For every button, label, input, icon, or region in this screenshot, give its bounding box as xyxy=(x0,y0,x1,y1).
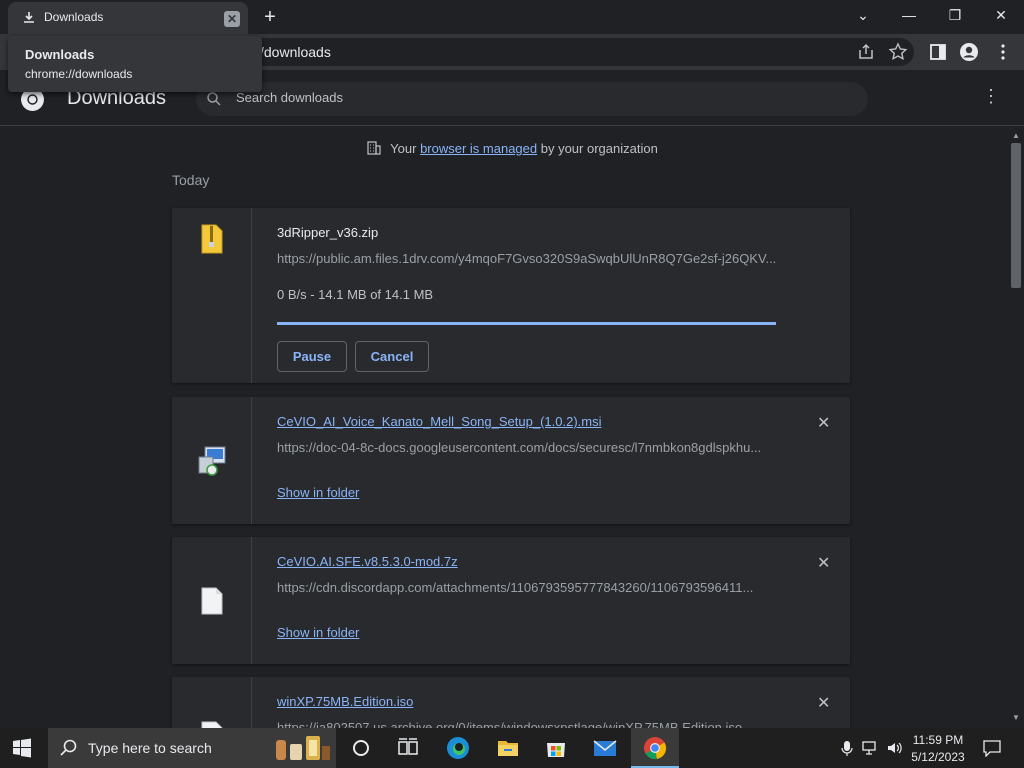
downloads-list: Your browser is managed by your organiza… xyxy=(0,127,1008,728)
chrome-menu-icon[interactable] xyxy=(993,42,1013,62)
bookmark-star-icon[interactable] xyxy=(888,42,908,62)
more-actions-icon[interactable]: ⋮ xyxy=(982,86,1000,107)
taskbar-search-box[interactable]: Type here to search xyxy=(48,728,336,768)
volume-icon[interactable] xyxy=(886,740,902,756)
hover-card-url: chrome://downloads xyxy=(25,67,133,81)
download-filename-link[interactable]: CeVIO_AI_Voice_Kanato_Mell_Song_Setup_(1… xyxy=(277,414,601,429)
taskbar-search-placeholder: Type here to search xyxy=(88,740,212,756)
clock-date: 5/12/2023 xyxy=(911,750,965,764)
date-section-header: Today xyxy=(172,172,210,188)
remove-from-list-button[interactable]: ✕ xyxy=(817,693,830,713)
tab-strip: Downloads ✕ + ⌄ — ❐ ✕ xyxy=(0,0,1024,34)
download-item: winXP.75MB.Edition.iso https://ia802507.… xyxy=(172,677,850,728)
download-progress-fill xyxy=(277,322,776,325)
tab-hover-card: Downloads chrome://downloads xyxy=(8,36,262,92)
download-icon-column xyxy=(172,677,252,728)
tab-close-button[interactable]: ✕ xyxy=(224,11,240,27)
cortana-icon[interactable] xyxy=(349,736,373,760)
clock-time: 11:59 PM xyxy=(912,733,964,747)
download-filename-link[interactable]: winXP.75MB.Edition.iso xyxy=(277,694,413,709)
minimize-button[interactable]: — xyxy=(894,4,924,26)
edge-browser-icon[interactable] xyxy=(446,736,470,760)
profile-icon[interactable] xyxy=(959,42,979,62)
download-icon xyxy=(24,12,34,23)
cancel-button[interactable]: Cancel xyxy=(355,341,429,372)
download-progress-bar xyxy=(277,322,776,325)
scrollbar-thumb[interactable] xyxy=(1011,143,1021,288)
installer-icon xyxy=(198,446,226,476)
new-tab-button[interactable]: + xyxy=(259,6,281,28)
download-icon-column xyxy=(172,397,252,524)
download-icon-column xyxy=(172,208,252,383)
zip-archive-icon xyxy=(201,224,223,254)
tab-title: Downloads xyxy=(44,10,104,24)
show-in-folder-link[interactable]: Show in folder xyxy=(277,485,359,500)
tab-downloads[interactable]: Downloads ✕ xyxy=(8,2,248,34)
address-bar[interactable]: /downloads xyxy=(246,38,914,66)
search-placeholder: Search downloads xyxy=(236,90,343,105)
scroll-up-arrow-icon[interactable]: ▲ xyxy=(1012,131,1020,140)
browser-managed-link[interactable]: browser is managed xyxy=(420,141,537,156)
mail-icon[interactable] xyxy=(593,736,617,760)
download-status: 0 B/s - 14.1 MB of 14.1 MB xyxy=(277,287,434,302)
search-downloads-input[interactable]: Search downloads xyxy=(196,82,868,116)
file-explorer-icon[interactable] xyxy=(496,736,520,760)
task-view-icon[interactable] xyxy=(396,736,420,760)
file-icon xyxy=(201,587,223,615)
side-panel-icon[interactable] xyxy=(928,42,948,62)
hover-card-title: Downloads xyxy=(25,47,95,62)
download-icon-column xyxy=(172,537,252,664)
download-url[interactable]: https://doc-04-8c-docs.googleusercontent… xyxy=(277,440,777,455)
microsoft-store-icon[interactable] xyxy=(544,736,568,760)
taskbar-chrome-active[interactable] xyxy=(631,728,679,768)
share-icon[interactable] xyxy=(856,42,876,62)
download-filename: 3dRipper_v36.zip xyxy=(277,225,379,240)
managed-suffix: by your organization xyxy=(537,141,658,156)
system-clock[interactable]: 11:59 PM 5/12/2023 xyxy=(906,732,970,766)
page-scrollbar[interactable]: ▲ ▼ xyxy=(1008,127,1024,728)
windows-start-icon[interactable] xyxy=(12,738,32,758)
close-window-button[interactable]: ✕ xyxy=(986,4,1016,26)
managed-prefix: Your xyxy=(390,141,421,156)
tab-search-button[interactable]: ⌄ xyxy=(848,4,878,26)
remove-from-list-button[interactable]: ✕ xyxy=(817,413,830,433)
search-icon xyxy=(207,92,221,106)
network-icon[interactable] xyxy=(862,740,880,756)
download-url[interactable]: https://cdn.discordapp.com/attachments/1… xyxy=(277,580,777,595)
download-item: CeVIO_AI_Voice_Kanato_Mell_Song_Setup_(1… xyxy=(172,397,850,524)
search-icon xyxy=(60,739,77,756)
download-url[interactable]: https://public.am.files.1drv.com/y4mqoF7… xyxy=(277,251,777,266)
show-in-folder-link[interactable]: Show in folder xyxy=(277,625,359,640)
windows-taskbar: Type here to search 11:59 PM 5/12/2023 xyxy=(0,728,1024,768)
search-highlight-icon xyxy=(276,736,330,760)
managed-notice: Your browser is managed by your organiza… xyxy=(0,140,1008,156)
scroll-down-arrow-icon[interactable]: ▼ xyxy=(1012,713,1020,722)
microphone-icon[interactable] xyxy=(840,740,854,756)
download-filename-link[interactable]: CeVIO.AI.SFE.v8.5.3.0-mod.7z xyxy=(277,554,458,569)
download-item: 3dRipper_v36.zip https://public.am.files… xyxy=(172,208,850,383)
restore-button[interactable]: ❐ xyxy=(940,4,970,26)
remove-from-list-button[interactable]: ✕ xyxy=(817,553,830,573)
disc-image-icon xyxy=(201,721,223,728)
download-url[interactable]: https://ia802507.us.archive.org/0/items/… xyxy=(277,720,777,728)
address-url: /downloads xyxy=(260,44,331,60)
chrome-icon xyxy=(644,737,667,760)
building-icon xyxy=(367,141,381,155)
download-item: CeVIO.AI.SFE.v8.5.3.0-mod.7z https://cdn… xyxy=(172,537,850,664)
pause-button[interactable]: Pause xyxy=(277,341,347,372)
notification-center-icon[interactable] xyxy=(983,739,1001,757)
